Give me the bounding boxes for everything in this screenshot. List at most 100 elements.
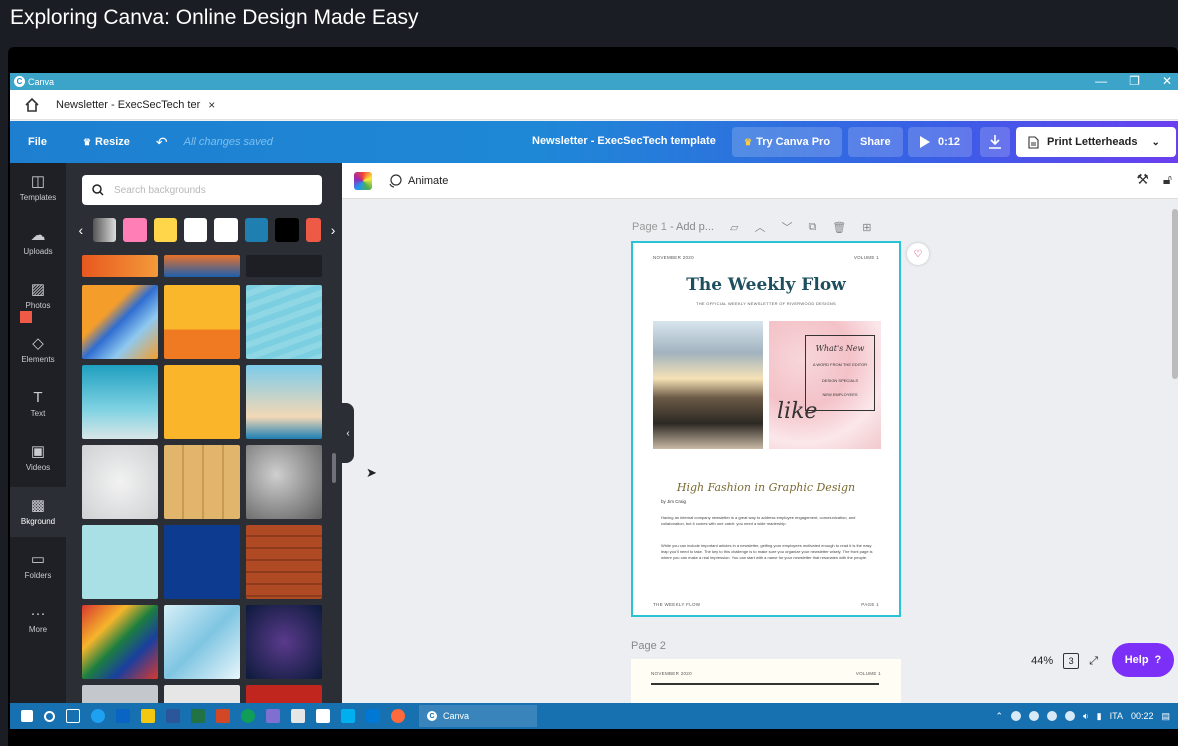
powerpoint-icon[interactable] bbox=[216, 709, 230, 723]
rail-item-folders[interactable]: ▭ Folders bbox=[10, 541, 66, 591]
background-tile[interactable] bbox=[164, 445, 240, 519]
chevron-right-icon[interactable]: › bbox=[328, 222, 338, 238]
search-icon[interactable] bbox=[44, 710, 55, 722]
background-tile[interactable] bbox=[82, 685, 158, 703]
app-icon[interactable] bbox=[316, 709, 330, 723]
color-swatch[interactable] bbox=[305, 218, 322, 242]
close-icon[interactable]: ✕ bbox=[1162, 73, 1172, 90]
chevron-up-icon[interactable]: ⌃ bbox=[995, 711, 1003, 722]
color-swatch[interactable] bbox=[244, 218, 269, 242]
background-tile[interactable] bbox=[246, 255, 322, 277]
taskbar-canva-button[interactable]: C Canva bbox=[419, 705, 537, 727]
undo-icon[interactable]: ↶ bbox=[156, 134, 168, 151]
page2-label[interactable]: Page 2 bbox=[631, 640, 666, 652]
cloud-icon[interactable] bbox=[1046, 711, 1057, 721]
chrome-icon[interactable] bbox=[241, 709, 255, 723]
background-tile[interactable] bbox=[82, 365, 158, 439]
share-button[interactable]: Share bbox=[848, 127, 903, 157]
cloud-icon[interactable] bbox=[1028, 711, 1039, 721]
help-button[interactable]: Help ? bbox=[1112, 643, 1174, 677]
teams-icon[interactable] bbox=[266, 709, 280, 723]
color-swatch[interactable] bbox=[275, 218, 299, 242]
background-tile[interactable] bbox=[246, 605, 322, 679]
background-tile[interactable] bbox=[164, 525, 240, 599]
volume-icon[interactable]: 🔉︎ bbox=[1083, 711, 1089, 722]
rail-item-elements[interactable]: ◇ Elements bbox=[10, 325, 66, 375]
article-heading[interactable]: High Fashion in Graphic Design bbox=[633, 481, 899, 494]
color-picker-icon[interactable] bbox=[354, 171, 372, 190]
selected-color-swatch[interactable] bbox=[20, 311, 32, 323]
home-icon[interactable] bbox=[24, 97, 40, 113]
try-canva-pro-button[interactable]: ♛ Try Canva Pro bbox=[732, 127, 843, 157]
rail-item-background[interactable]: ▩ Bkground bbox=[10, 487, 66, 537]
minimize-icon[interactable]: — bbox=[1095, 73, 1107, 90]
network-icon[interactable]: ▮ bbox=[1097, 711, 1102, 722]
clock[interactable]: 00:22 bbox=[1131, 711, 1154, 721]
tab-close-icon[interactable]: × bbox=[208, 98, 215, 112]
background-tile[interactable] bbox=[82, 605, 158, 679]
background-tile[interactable] bbox=[164, 285, 240, 359]
language-indicator[interactable]: ITA bbox=[1110, 711, 1123, 721]
page-2[interactable]: NOVEMBER 2020 VOLUME 1 bbox=[631, 659, 901, 703]
app-icon[interactable] bbox=[391, 709, 405, 723]
article-byline[interactable]: by Jim Craig bbox=[661, 499, 686, 504]
file-menu-button[interactable]: File bbox=[28, 136, 47, 148]
paint-roller-icon[interactable]: ⚒ bbox=[1136, 171, 1149, 188]
animate-button[interactable]: Animate bbox=[388, 173, 448, 188]
background-tile[interactable] bbox=[82, 255, 158, 277]
rail-item-more[interactable]: ··· More bbox=[10, 595, 66, 645]
duplicate-page-icon[interactable]: ⧉ bbox=[808, 221, 816, 234]
rail-item-uploads[interactable]: ☁ Uploads bbox=[10, 217, 66, 267]
start-icon[interactable] bbox=[21, 710, 33, 722]
excel-icon[interactable] bbox=[191, 709, 205, 723]
background-tile[interactable] bbox=[164, 685, 240, 703]
cloud-icon[interactable] bbox=[1064, 711, 1075, 721]
fullscreen-icon[interactable]: ⤢ bbox=[1089, 655, 1098, 668]
move-down-icon[interactable]: ﹀ bbox=[781, 219, 792, 235]
background-tile[interactable] bbox=[246, 525, 322, 599]
print-letterheads-button[interactable]: Print Letterheads ⌄ bbox=[1016, 127, 1176, 157]
panel-scrollbar[interactable] bbox=[332, 453, 336, 483]
canvas-scrollbar[interactable] bbox=[1172, 209, 1178, 379]
edge-icon[interactable] bbox=[91, 709, 105, 723]
article-paragraph[interactable]: While you can include important articles… bbox=[661, 543, 875, 561]
newsletter-subtitle[interactable]: THE OFFICIAL WEEKLY NEWSLETTER OF RIVERW… bbox=[633, 301, 899, 306]
comment-icon[interactable]: ♡ bbox=[907, 243, 929, 265]
move-up-icon[interactable]: ︿ bbox=[754, 219, 765, 235]
newsletter-title[interactable]: The Weekly Flow bbox=[633, 275, 899, 295]
notepad-icon[interactable] bbox=[291, 709, 305, 723]
maximize-icon[interactable]: ❐ bbox=[1129, 73, 1140, 90]
tray-icon[interactable] bbox=[1010, 711, 1021, 721]
background-tile[interactable] bbox=[164, 605, 240, 679]
landscape-photo[interactable] bbox=[653, 321, 763, 449]
word-icon[interactable] bbox=[166, 709, 180, 723]
page-count[interactable]: 3 bbox=[1063, 653, 1080, 669]
floral-photo[interactable]: What's New A WORD FROM THE EDITOR DESIGN… bbox=[769, 321, 881, 449]
download-button[interactable] bbox=[980, 127, 1010, 157]
task-view-icon[interactable] bbox=[66, 709, 80, 723]
file-explorer-icon[interactable] bbox=[141, 709, 155, 723]
background-tile[interactable] bbox=[246, 445, 322, 519]
outlook-icon[interactable] bbox=[116, 709, 130, 723]
rail-item-templates[interactable]: ◫ Templates bbox=[10, 163, 66, 213]
tab-newsletter[interactable]: Newsletter - ExecSecTech ter × bbox=[56, 98, 215, 112]
article-paragraph[interactable]: Having an internal company newsletter is… bbox=[661, 515, 875, 527]
background-tile[interactable] bbox=[164, 365, 240, 439]
color-swatch[interactable] bbox=[123, 218, 147, 242]
present-button[interactable]: 0:12 bbox=[908, 127, 973, 157]
background-tile[interactable] bbox=[82, 285, 158, 359]
store-icon[interactable] bbox=[366, 709, 380, 723]
background-tile[interactable] bbox=[164, 255, 240, 277]
page1-label[interactable]: Page 1 - Add p... bbox=[632, 221, 714, 233]
color-swatch[interactable] bbox=[214, 218, 238, 242]
document-title[interactable]: Newsletter - ExecSecTech template bbox=[532, 135, 716, 147]
gradient-swatch[interactable] bbox=[92, 218, 117, 242]
delete-page-icon[interactable]: 🗑︎ bbox=[832, 221, 846, 234]
search-backgrounds-input[interactable]: Search backgrounds bbox=[82, 175, 322, 205]
lock-icon[interactable]: 🔓︎ bbox=[1163, 171, 1172, 188]
chevron-left-icon[interactable]: ‹ bbox=[76, 222, 86, 238]
background-tile[interactable] bbox=[82, 525, 158, 599]
page-1[interactable]: NOVEMBER 2020 VOLUME 1 The Weekly Flow T… bbox=[631, 241, 901, 617]
skype-icon[interactable] bbox=[341, 709, 355, 723]
color-swatch[interactable] bbox=[153, 218, 177, 242]
